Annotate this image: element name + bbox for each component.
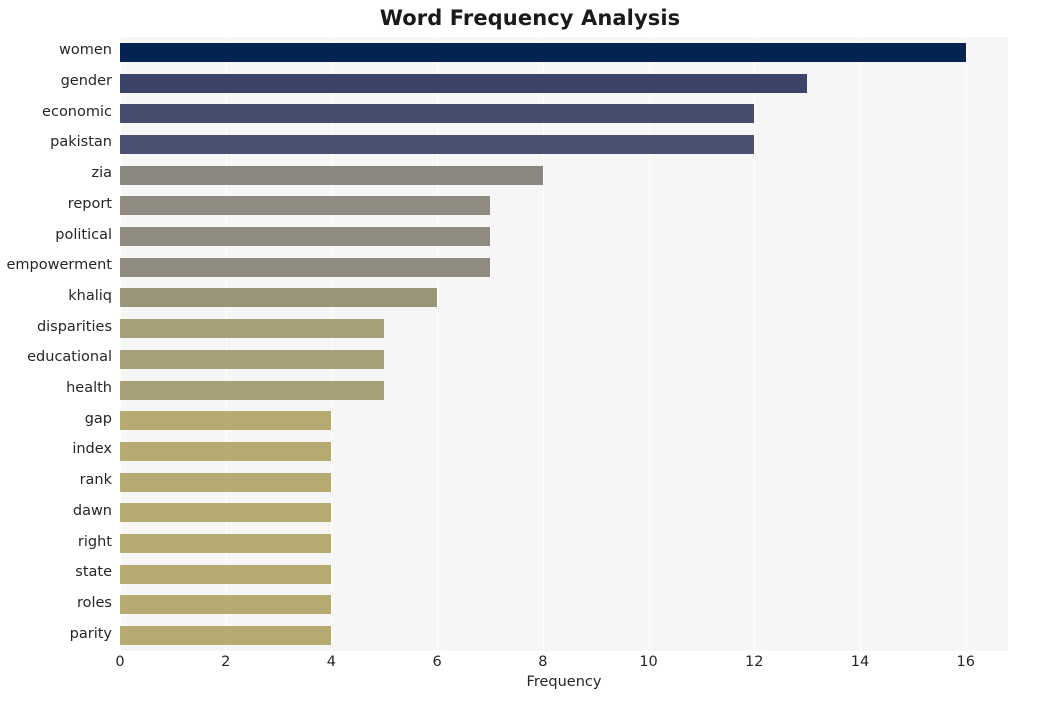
bar-row bbox=[120, 534, 1008, 554]
y-tick-label: index bbox=[72, 441, 112, 458]
x-tick-label: 6 bbox=[432, 654, 442, 670]
bar-row bbox=[120, 227, 1008, 247]
chart-title: Word Frequency Analysis bbox=[379, 6, 681, 30]
y-tick-label: gap bbox=[84, 410, 112, 427]
y-tick-label: pakistan bbox=[50, 134, 112, 151]
bar[interactable] bbox=[120, 380, 385, 400]
bar-row bbox=[120, 564, 1008, 584]
y-tick-label: economic bbox=[42, 103, 112, 120]
y-tick-label: disparities bbox=[36, 318, 112, 335]
bar-row bbox=[120, 196, 1008, 216]
bar-row bbox=[120, 288, 1008, 308]
chart-figure: Word Frequency Analysis women gender econo… bbox=[0, 0, 1060, 701]
y-axis-tick-labels: women gender economic pakistan zia report poli… bbox=[0, 37, 112, 651]
bar[interactable] bbox=[120, 441, 332, 461]
bar-row bbox=[120, 411, 1008, 431]
y-tick-label: women bbox=[59, 42, 112, 59]
y-tick-label: empowerment bbox=[6, 257, 112, 274]
bar-row bbox=[120, 380, 1008, 400]
x-tick-label: 12 bbox=[745, 654, 764, 670]
y-tick-label: right bbox=[77, 533, 112, 550]
y-tick-label: zia bbox=[91, 165, 112, 182]
bar-row bbox=[120, 472, 1008, 492]
bar[interactable] bbox=[120, 564, 332, 584]
x-tick-label: 14 bbox=[850, 654, 870, 670]
y-tick-label: dawn bbox=[72, 502, 112, 519]
x-tick-label: 2 bbox=[221, 654, 231, 670]
y-tick-label: health bbox=[66, 380, 112, 397]
bar[interactable] bbox=[120, 227, 490, 247]
bar-row bbox=[120, 319, 1008, 339]
plot-area bbox=[120, 37, 1008, 651]
bar[interactable] bbox=[120, 257, 490, 277]
bar-row bbox=[120, 134, 1008, 154]
bar[interactable] bbox=[120, 42, 966, 62]
bars-layer bbox=[120, 37, 1008, 651]
bar[interactable] bbox=[120, 134, 755, 154]
x-tick-label: 4 bbox=[326, 654, 337, 670]
bar-row bbox=[120, 104, 1008, 124]
y-tick-label: parity bbox=[69, 625, 112, 642]
bar[interactable] bbox=[120, 165, 543, 185]
bar[interactable] bbox=[120, 288, 438, 308]
y-tick-label: report bbox=[67, 195, 112, 212]
bar-row bbox=[120, 349, 1008, 369]
y-tick-label: roles bbox=[76, 594, 112, 611]
bar[interactable] bbox=[120, 472, 332, 492]
x-tick-label: 8 bbox=[538, 654, 548, 670]
bar-row bbox=[120, 73, 1008, 93]
bar-row bbox=[120, 441, 1008, 461]
y-tick-label: educational bbox=[27, 349, 112, 366]
bar-row bbox=[120, 42, 1008, 62]
y-tick-label: political bbox=[55, 226, 112, 243]
y-tick-label: gender bbox=[60, 73, 112, 90]
bar-row bbox=[120, 257, 1008, 277]
y-tick-label: rank bbox=[79, 472, 112, 489]
bar[interactable] bbox=[120, 595, 332, 615]
bar[interactable] bbox=[120, 626, 332, 646]
bar[interactable] bbox=[120, 196, 490, 216]
x-tick-label: 10 bbox=[639, 654, 658, 670]
bar-row bbox=[120, 595, 1008, 615]
bar[interactable] bbox=[120, 319, 385, 339]
bar[interactable] bbox=[120, 534, 332, 554]
x-tick-label: 16 bbox=[956, 654, 975, 670]
y-tick-label: state bbox=[75, 564, 112, 581]
bar-row bbox=[120, 503, 1008, 523]
bar[interactable] bbox=[120, 503, 332, 523]
bar-row bbox=[120, 626, 1008, 646]
bar-row bbox=[120, 165, 1008, 185]
bar[interactable] bbox=[120, 411, 332, 431]
bar[interactable] bbox=[120, 349, 385, 369]
x-tick-label: 0 bbox=[115, 654, 125, 670]
bar[interactable] bbox=[120, 73, 808, 93]
bar[interactable] bbox=[120, 104, 755, 124]
x-axis-label: Frequency bbox=[526, 674, 602, 690]
y-tick-label: khaliq bbox=[68, 287, 112, 304]
